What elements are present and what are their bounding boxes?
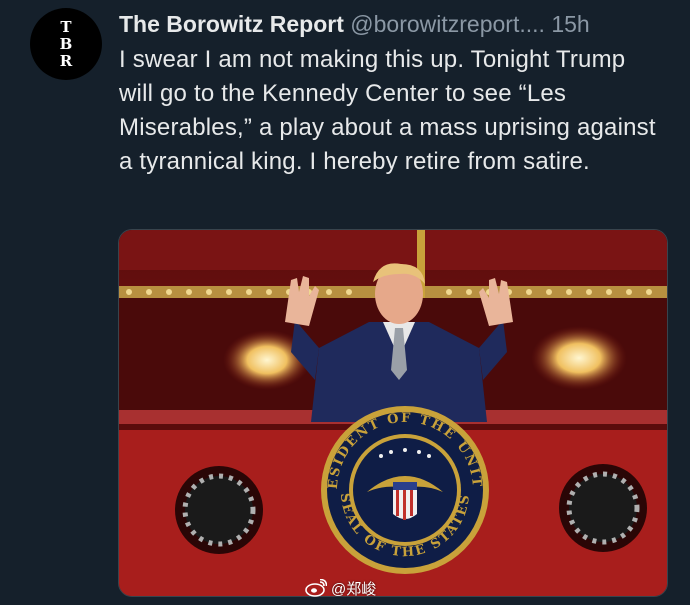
watermark-text: @郑峻 [331, 580, 377, 598]
avatar-letter: R [59, 51, 73, 70]
weibo-icon [305, 579, 327, 597]
tweet-photo[interactable]: PRESIDENT OF THE UNITEDSEAL OF THE STATE… [118, 229, 668, 597]
author-handle[interactable]: @borowitzreport.... [350, 11, 545, 37]
avatar-letter: B [59, 34, 73, 53]
tweet-header: The Borowitz Report @borowitzreport.... … [119, 8, 670, 40]
author-name[interactable]: The Borowitz Report [119, 11, 344, 37]
avatar-letter: T [60, 17, 72, 36]
photo-scene: PRESIDENT OF THE UNITEDSEAL OF THE STATE… [119, 230, 667, 596]
author-avatar[interactable]: T B R [30, 8, 102, 80]
weibo-watermark: @郑峻 [305, 575, 376, 601]
tweet-timestamp[interactable]: 15h [551, 11, 589, 37]
tweet-text: I swear I am not making this up. Tonight… [119, 46, 656, 175]
